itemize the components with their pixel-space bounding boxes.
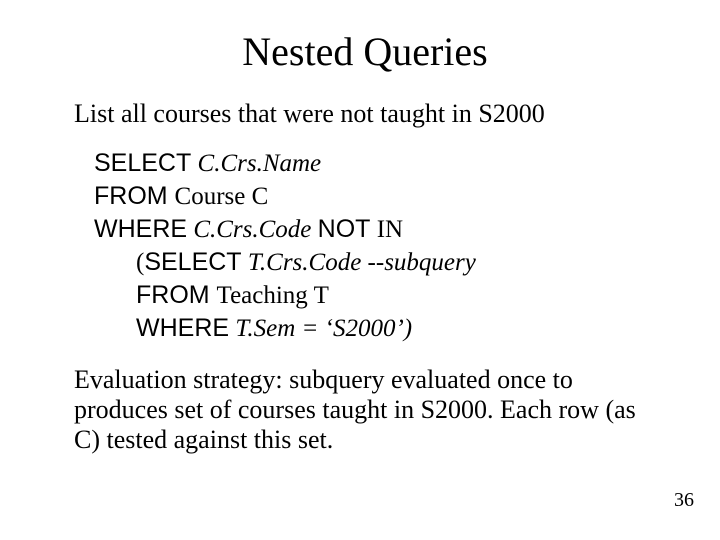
sub-select-col: T.Crs.Code: [242, 249, 368, 276]
query-line-4: (SELECT T.Crs.Code --subquery: [136, 246, 660, 279]
page-number: 36: [674, 489, 694, 512]
query-line-1: SELECT C.Crs.Name: [94, 147, 660, 180]
evaluation-strategy: Evaluation strategy: subquery evaluated …: [74, 365, 660, 455]
keyword-select: SELECT: [94, 149, 191, 177]
table-teaching: Teaching: [217, 282, 308, 309]
slide-title: Nested Queries: [70, 28, 660, 75]
keyword-where: WHERE: [94, 215, 187, 243]
where-col: C.Crs.Code: [187, 216, 318, 243]
slide: Nested Queries List all courses that wer…: [0, 0, 720, 540]
query-line-2: FROM Course C: [94, 180, 660, 213]
keyword-select-sub: SELECT: [144, 248, 241, 276]
select-columns: C.Crs.Name: [191, 150, 321, 177]
query-line-3: WHERE C.Crs.Code NOT IN: [94, 213, 660, 246]
alias-t: T: [308, 282, 329, 309]
sub-where-clause: T.Sem = ‘S2000’): [229, 315, 412, 342]
subquery-comment: --subquery: [368, 249, 476, 276]
keyword-not: NOT: [318, 215, 371, 243]
query-line-6: WHERE T.Sem = ‘S2000’): [136, 312, 660, 345]
keyword-from: FROM: [94, 182, 175, 210]
query-line-5: FROM Teaching T: [136, 279, 660, 312]
sql-query-block: SELECT C.Crs.Name FROM Course C WHERE C.…: [94, 147, 660, 345]
keyword-in: IN: [370, 216, 403, 243]
keyword-where-sub: WHERE: [136, 314, 229, 342]
keyword-from-sub: FROM: [136, 281, 217, 309]
alias-c: C: [245, 183, 268, 210]
table-course: Course: [175, 183, 246, 210]
problem-statement: List all courses that were not taught in…: [74, 99, 660, 129]
